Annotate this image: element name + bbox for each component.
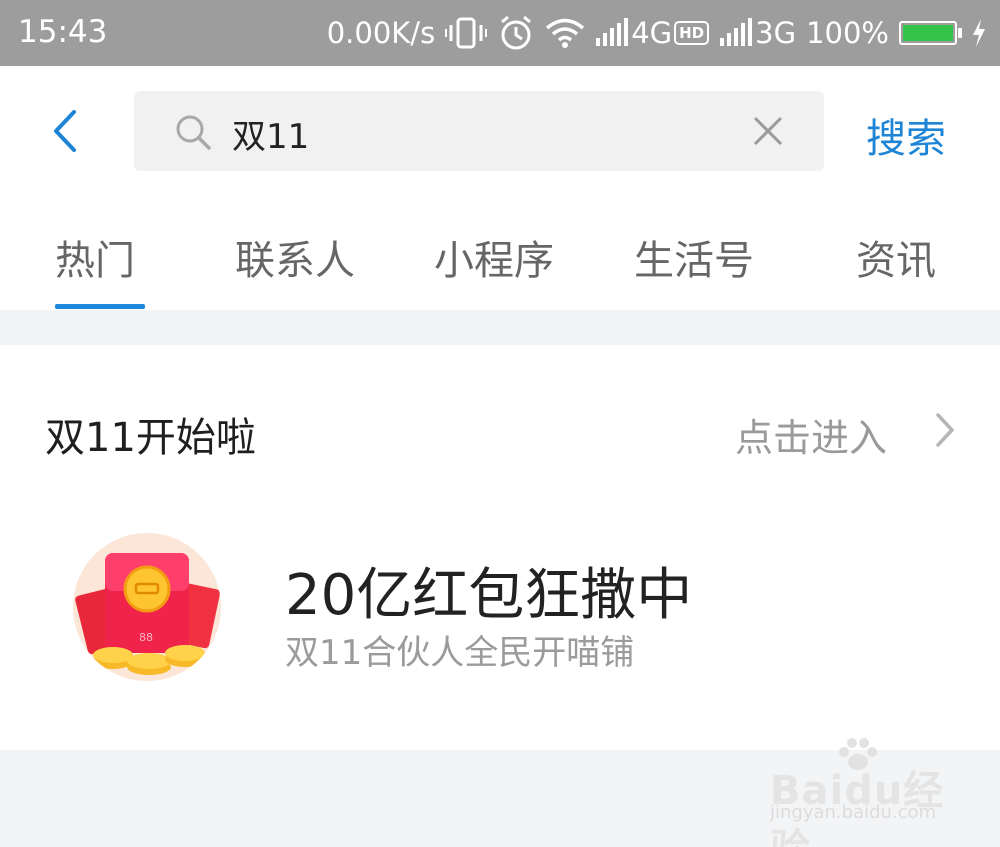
alarm-icon (497, 15, 535, 51)
search-box[interactable]: 双11 (134, 91, 824, 171)
svg-text:88: 88 (139, 631, 153, 644)
active-tab-indicator (55, 304, 145, 309)
battery-icon (899, 21, 962, 45)
tab-mini-programs[interactable]: 小程序 (434, 228, 554, 286)
tab-contacts[interactable]: 联系人 (235, 228, 355, 286)
wifi-icon (545, 17, 585, 49)
status-time: 15:43 (18, 14, 108, 50)
search-header: 双11 搜索 (0, 66, 1000, 198)
baidu-watermark: Baidu经验 jingyan.baidu.com (770, 738, 960, 847)
clear-icon[interactable] (752, 115, 784, 151)
net-speed: 0.00K/s (326, 16, 436, 50)
signal-2: 3G (719, 16, 796, 50)
tab-news[interactable]: 资讯 (856, 228, 936, 286)
hd-icon: HD (674, 21, 710, 45)
category-tabs: 热门 联系人 小程序 生活号 资讯 (0, 198, 1000, 310)
search-icon (174, 113, 212, 155)
search-button[interactable]: 搜索 (866, 106, 946, 164)
signal-1: 4G HD (595, 16, 710, 50)
back-button[interactable] (40, 106, 90, 156)
vibrate-icon (445, 16, 488, 50)
status-indicators: 0.00K/s 4G HD 3G 100% (327, 10, 986, 56)
item-title[interactable]: 20亿红包狂撒中 (285, 550, 692, 631)
item-subtitle: 双11合伙人全民开喵铺 (285, 633, 635, 673)
network-type-2: 3G (755, 16, 797, 50)
search-input[interactable]: 双11 (232, 109, 309, 158)
battery-percent: 100% (806, 16, 889, 50)
signal-icon (720, 18, 753, 46)
status-bar: 15:43 0.00K/s 4G HD 3G 100% (0, 0, 1000, 66)
card-title: 双11开始啦 (45, 415, 256, 461)
signal-icon (596, 18, 629, 46)
tab-life-accounts[interactable]: 生活号 (634, 228, 754, 286)
charging-icon (972, 19, 986, 47)
chevron-right-icon[interactable] (930, 409, 958, 455)
tab-hot[interactable]: 热门 (55, 228, 135, 286)
red-envelope-icon[interactable]: 88 (73, 533, 221, 681)
result-card: 双11开始啦 点击进入 88 20亿红包狂撒中 双11合伙人全民开喵铺 (0, 345, 1000, 750)
enter-link[interactable]: 点击进入 (735, 407, 887, 462)
chevron-left-icon (54, 110, 76, 152)
watermark-url: jingyan.baidu.com (770, 802, 937, 823)
network-type-1: 4G (631, 16, 673, 50)
